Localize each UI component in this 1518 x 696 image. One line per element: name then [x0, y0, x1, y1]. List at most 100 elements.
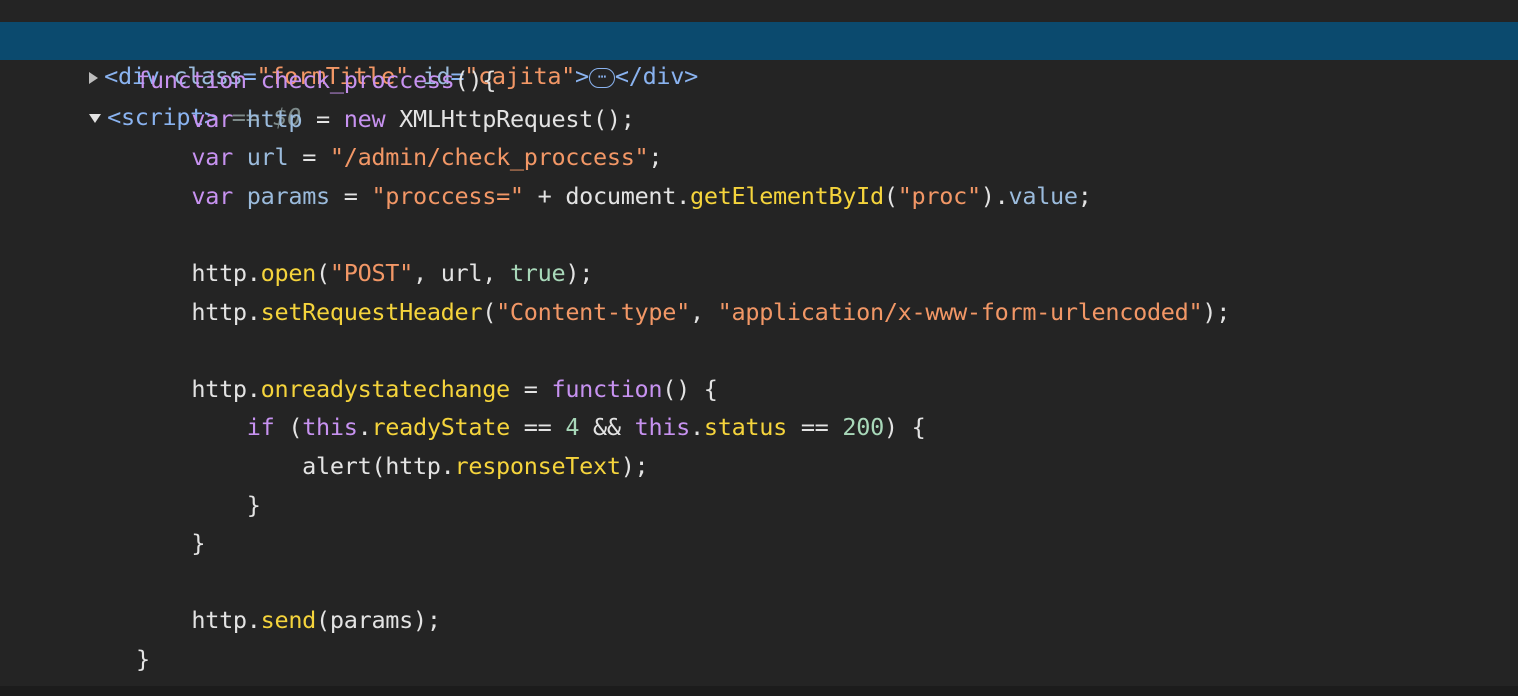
code-token: = — [288, 143, 330, 172]
dom-node-script-selected[interactable]: <script> == $0 — [0, 22, 1518, 131]
code-token: == — [786, 413, 843, 442]
code-token: url — [246, 143, 289, 172]
code-token: open — [260, 259, 317, 287]
code-token: XMLHttpRequest — [399, 104, 594, 133]
code-token: "Content-type" — [496, 297, 690, 326]
code-token: == — [509, 413, 566, 442]
code-token: http — [246, 104, 303, 133]
code-token: params — [246, 181, 330, 210]
code-token: ( — [288, 413, 303, 442]
code-token: } — [246, 490, 261, 519]
code-token: (); — [593, 104, 635, 133]
code-token: "POST" — [329, 259, 413, 287]
code-line: var params = "proccess=" + document.getE… — [0, 177, 1518, 215]
code-token: send — [260, 606, 317, 635]
code-token: (params); — [316, 606, 441, 635]
code-line: http.setRequestHeader("Content-type", "a… — [0, 293, 1518, 331]
code-token: true — [509, 259, 566, 287]
code-token: http. — [191, 374, 261, 403]
code-line: http.onreadystatechange = function() { — [0, 370, 1518, 408]
code-token: check_proccess — [260, 66, 455, 94]
code-token: var — [191, 143, 247, 172]
code-token: . — [690, 413, 704, 442]
code-token: 200 — [842, 413, 884, 442]
code-token: ). — [980, 181, 1009, 210]
code-token: ( — [482, 297, 497, 326]
panel-bottom-edge — [0, 686, 1518, 696]
code-token: new — [343, 104, 400, 133]
code-token: (){ — [454, 66, 497, 94]
code-token: function — [136, 66, 261, 94]
code-line: var url = "/admin/check_proccess"; — [0, 138, 1518, 176]
devtools-elements-panel: <div class="formTitle" id="cajita"> ⋯ </di… — [0, 0, 1518, 696]
code-token: () { — [662, 374, 718, 403]
code-token: = — [329, 181, 372, 210]
code-token: , url, — [413, 259, 510, 287]
code-token: function — [551, 374, 663, 403]
code-line: http.send(params); — [0, 601, 1518, 639]
code-token: getElementById — [689, 181, 884, 210]
code-token: ( — [316, 259, 330, 287]
code-token: this — [634, 413, 691, 442]
code-line: } — [0, 524, 1518, 562]
code-token: http. — [191, 259, 261, 287]
code-token: onreadystatechange — [260, 374, 511, 403]
code-token: ) { — [883, 413, 926, 442]
code-token: } — [191, 529, 206, 558]
code-token: } — [136, 645, 150, 673]
code-token: ( — [883, 181, 898, 210]
code-token: var — [191, 104, 247, 133]
code-token: http. — [191, 606, 261, 635]
code-token: setRequestHeader — [260, 297, 483, 326]
code-token: ); — [620, 452, 649, 480]
code-token: 4 — [565, 413, 580, 442]
code-token: = — [509, 374, 552, 403]
code-token: + document. — [523, 181, 691, 210]
code-token: "application/x-www-form-urlencoded" — [717, 297, 1203, 326]
code-token: "/admin/check_proccess" — [329, 143, 649, 172]
code-token: . — [357, 413, 372, 442]
code-token: http. — [191, 297, 261, 326]
code-token: "proc" — [897, 181, 981, 210]
code-token: && — [579, 413, 635, 442]
code-line: } — [0, 486, 1518, 524]
code-line: } — [0, 640, 1518, 678]
code-line: http.open("POST", url, true); — [0, 254, 1518, 292]
code-token: this — [302, 413, 358, 442]
code-token: var — [191, 181, 247, 210]
code-token: ); — [1202, 297, 1231, 326]
code-token: if — [246, 413, 289, 442]
code-token: value — [1008, 181, 1079, 210]
code-token: = — [302, 104, 344, 133]
code-token: alert(http. — [302, 452, 455, 480]
code-token: ; — [648, 143, 663, 172]
code-line: alert(http.responseText); — [0, 447, 1518, 485]
dom-node-div-cajita[interactable]: <div class="formTitle" id="cajita"> ⋯ </di… — [0, 0, 1518, 90]
code-token: readyState — [371, 413, 510, 442]
code-token: "proccess=" — [371, 181, 524, 210]
code-token: , — [689, 297, 718, 326]
code-token: status — [703, 413, 787, 442]
code-line: function check_proccess(){ — [0, 61, 1518, 99]
code-token: ; — [1077, 181, 1092, 210]
code-token: responseText — [454, 452, 621, 480]
code-token: ); — [565, 259, 594, 287]
code-line: if (this.readyState == 4 && this.status … — [0, 408, 1518, 446]
code-line: var http = new XMLHttpRequest(); — [0, 100, 1518, 138]
